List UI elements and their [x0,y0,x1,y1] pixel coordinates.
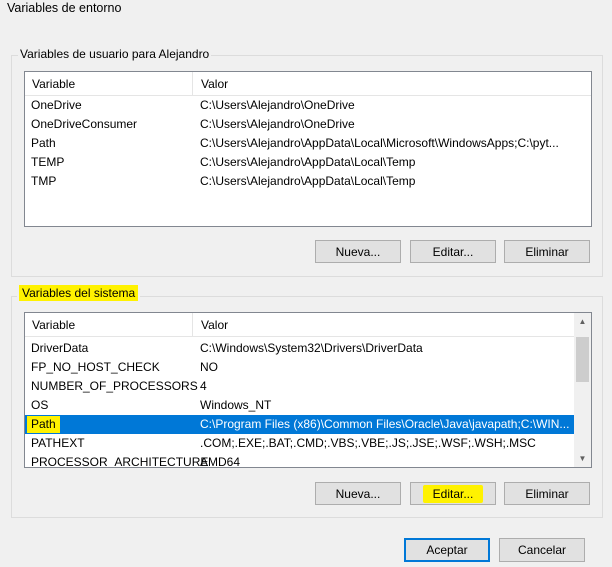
vertical-scrollbar[interactable]: ▲ ▼ [574,313,591,467]
variable-value: C:\Users\Alejandro\AppData\Local\Temp [200,174,416,188]
list-header: Variable Valor [25,313,591,337]
column-divider[interactable] [192,72,193,96]
variable-name: Path [31,136,56,150]
list-header: Variable Valor [25,72,591,96]
user-variables-list[interactable]: Variable Valor OneDrive C:\Users\Alejand… [24,71,592,227]
table-row[interactable]: OneDriveConsumer C:\Users\Alejandro\OneD… [25,115,591,134]
variable-name: Path [27,416,60,433]
table-row[interactable]: NUMBER_OF_PROCESSORS 4 [25,377,574,396]
variable-value: C:\Users\Alejandro\OneDrive [200,117,355,131]
system-variables-label-text: Variables del sistema [19,285,139,301]
variable-value: C:\Users\Alejandro\OneDrive [200,98,355,112]
variable-name: TMP [31,174,57,188]
variable-name: PROCESSOR_ARCHITECTURE [31,455,209,468]
table-row[interactable]: OneDrive C:\Users\Alejandro\OneDrive [25,96,591,115]
system-delete-button[interactable]: Eliminar [504,482,590,505]
variable-name: DriverData [31,341,89,355]
ok-button[interactable]: Aceptar [404,538,490,562]
table-row[interactable]: PROCESSOR_ARCHITECTURE AMD64 [25,453,574,468]
table-row[interactable]: OS Windows_NT [25,396,574,415]
variable-value: AMD64 [200,455,241,468]
variable-name: OS [31,398,49,412]
scroll-thumb[interactable] [576,337,589,382]
variable-value: NO [200,360,218,374]
column-header-value[interactable]: Valor [201,77,228,91]
variable-value: .COM;.EXE;.BAT;.CMD;.VBS;.VBE;.JS;.JSE;.… [200,436,536,450]
variable-name: OneDrive [31,98,82,112]
variable-name: FP_NO_HOST_CHECK [31,360,160,374]
column-header-variable[interactable]: Variable [32,318,75,332]
system-edit-button[interactable]: Editar... [410,482,496,505]
variable-name: TEMP [31,155,65,169]
user-delete-button[interactable]: Eliminar [504,240,590,263]
table-row[interactable]: DriverData C:\Windows\System32\Drivers\D… [25,339,574,358]
variable-value: C:\Users\Alejandro\AppData\Local\Microso… [200,136,559,150]
system-edit-button-label: Editar... [422,484,484,503]
system-variables-label: Variables del sistema [17,285,141,301]
variable-value: C:\Users\Alejandro\AppData\Local\Temp [200,155,416,169]
variable-value: C:\Program Files (x86)\Common Files\Orac… [200,417,570,431]
scroll-up-icon[interactable]: ▲ [574,313,591,330]
user-new-button[interactable]: Nueva... [315,240,401,263]
window-title: Variables de entorno [7,1,122,15]
table-row[interactable]: FP_NO_HOST_CHECK NO [25,358,574,377]
table-row[interactable]: TEMP C:\Users\Alejandro\AppData\Local\Te… [25,153,591,172]
system-variables-list[interactable]: Variable Valor DriverData C:\Windows\Sys… [24,312,592,468]
table-row[interactable]: PATHEXT .COM;.EXE;.BAT;.CMD;.VBS;.VBE;.J… [25,434,574,453]
variable-name: NUMBER_OF_PROCESSORS [31,379,198,393]
variable-name: PATHEXT [31,436,85,450]
table-row[interactable]: Path C:\Users\Alejandro\AppData\Local\Mi… [25,134,591,153]
variable-value: Windows_NT [200,398,272,412]
table-row-selected[interactable]: Path C:\Program Files (x86)\Common Files… [25,415,574,434]
table-row[interactable]: TMP C:\Users\Alejandro\AppData\Local\Tem… [25,172,591,191]
scroll-down-icon[interactable]: ▼ [574,450,591,467]
user-variables-label: Variables de usuario para Alejandro [18,47,212,61]
cancel-button[interactable]: Cancelar [499,538,585,562]
column-header-variable[interactable]: Variable [32,77,75,91]
variable-name: OneDriveConsumer [31,117,138,131]
variable-value: 4 [200,379,207,393]
user-edit-button[interactable]: Editar... [410,240,496,263]
variable-value: C:\Windows\System32\Drivers\DriverData [200,341,423,355]
column-divider[interactable] [192,313,193,337]
system-new-button[interactable]: Nueva... [315,482,401,505]
column-header-value[interactable]: Valor [201,318,228,332]
